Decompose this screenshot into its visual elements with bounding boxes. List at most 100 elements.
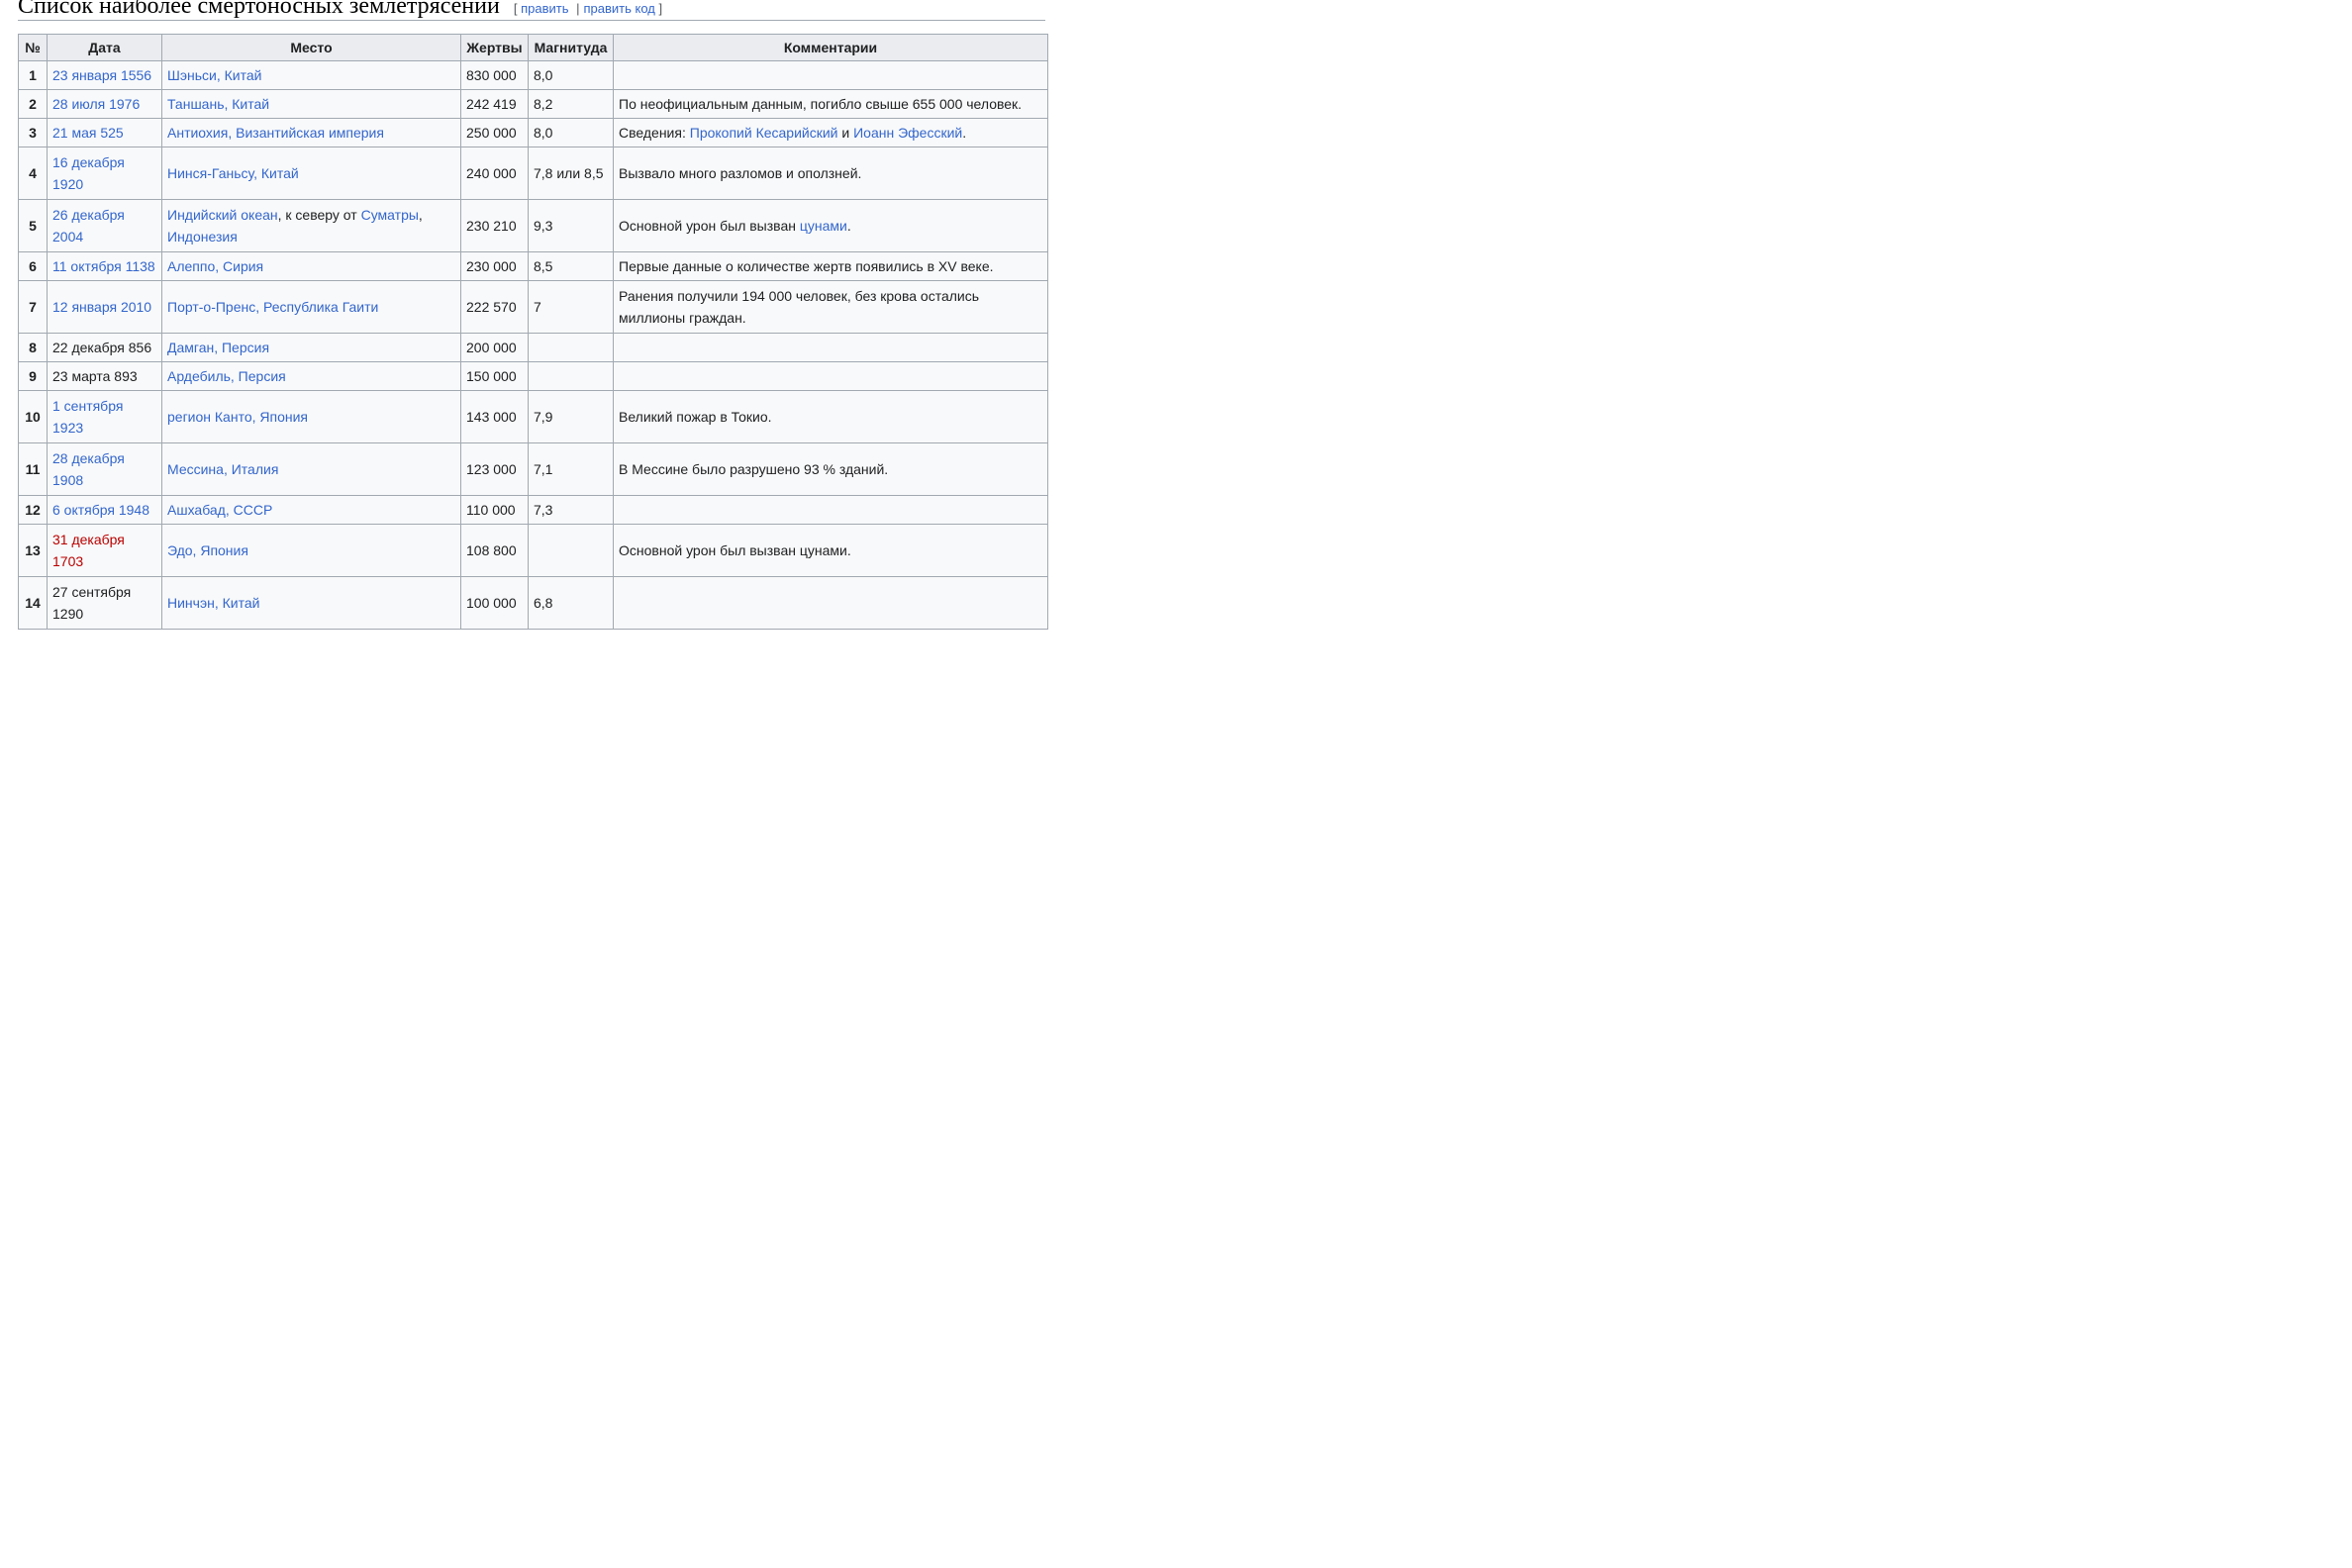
magnitude-cell: 6,8 xyxy=(528,576,614,630)
comment-text: Сведения: xyxy=(619,125,690,141)
edit-link[interactable]: править xyxy=(521,1,568,16)
table-row: 8 22 декабря 856 Дамган, Персия 200 000 xyxy=(18,333,1048,362)
header-place[interactable]: Место xyxy=(161,34,461,61)
comment-cell xyxy=(613,361,1048,391)
date-link[interactable]: 21 мая 525 xyxy=(52,125,124,141)
date-cell: 27 сентября 1290 xyxy=(47,576,162,630)
comment-link-procopius[interactable]: Прокопий Кесарийский xyxy=(690,125,838,141)
header-comments[interactable]: Комментарии xyxy=(613,34,1048,61)
date-cell: 21 мая 525 xyxy=(47,118,162,147)
place-link-indian-ocean[interactable]: Индийский океан xyxy=(167,207,278,223)
date-link[interactable]: 11 октября 1138 xyxy=(52,258,155,274)
deaths-cell: 242 419 xyxy=(460,89,529,119)
date-cell: 23 января 1556 xyxy=(47,60,162,90)
deaths-cell: 200 000 xyxy=(460,333,529,362)
magnitude-cell: 7,1 xyxy=(528,442,614,496)
place-link[interactable]: Дамган, Персия xyxy=(167,340,269,355)
place-cell: Нинся-Ганьсу, Китай xyxy=(161,147,461,200)
place-link[interactable]: Мессина, Италия xyxy=(167,461,278,477)
row-number: 3 xyxy=(18,118,48,147)
row-number: 7 xyxy=(18,280,48,334)
date-link[interactable]: 23 января 1556 xyxy=(52,67,151,83)
comment-cell xyxy=(613,60,1048,90)
deaths-cell: 240 000 xyxy=(460,147,529,200)
date-cell: 22 декабря 856 xyxy=(47,333,162,362)
date-link[interactable]: 1 сентября 1923 xyxy=(52,398,123,436)
place-cell: Ардебиль, Персия xyxy=(161,361,461,391)
edit-section-links: [ править | править код ] xyxy=(514,1,662,20)
header-date[interactable]: Дата xyxy=(47,34,162,61)
date-link[interactable]: 26 декабря 2004 xyxy=(52,207,125,245)
row-number: 4 xyxy=(18,147,48,200)
date-link[interactable]: 16 декабря 1920 xyxy=(52,154,125,192)
table-row: 1 23 января 1556 Шэньси, Китай 830 000 8… xyxy=(18,60,1048,90)
edit-source-link[interactable]: править код xyxy=(584,1,655,16)
magnitude-cell: 8,5 xyxy=(528,251,614,281)
date-cell: 11 октября 1138 xyxy=(47,251,162,281)
place-link[interactable]: Нинчэн, Китай xyxy=(167,595,259,611)
header-magnitude[interactable]: Магнитуда xyxy=(528,34,614,61)
date-cell: 12 января 2010 xyxy=(47,280,162,334)
deaths-cell: 100 000 xyxy=(460,576,529,630)
row-number: 14 xyxy=(18,576,48,630)
date-link[interactable]: 12 января 2010 xyxy=(52,299,151,315)
place-link[interactable]: Порт-о-Пренс, Республика Гаити xyxy=(167,299,378,315)
comment-text: и xyxy=(837,125,854,141)
header-number[interactable]: № xyxy=(18,34,48,61)
place-link[interactable]: Ашхабад, СССР xyxy=(167,502,272,518)
magnitude-cell: 7,3 xyxy=(528,495,614,525)
comment-cell xyxy=(613,576,1048,630)
deaths-cell: 830 000 xyxy=(460,60,529,90)
table-row: 2 28 июля 1976 Таншань, Китай 242 419 8,… xyxy=(18,89,1048,119)
table-row: 5 26 декабря 2004 Индийский океан, к сев… xyxy=(18,199,1048,252)
date-link[interactable]: 28 июля 1976 xyxy=(52,96,140,112)
date-link[interactable]: 6 октября 1948 xyxy=(52,502,149,518)
comment-link-tsunami[interactable]: цунами xyxy=(800,218,847,234)
header-deaths[interactable]: Жертвы xyxy=(460,34,529,61)
date-cell: 28 декабря 1908 xyxy=(47,442,162,496)
place-link[interactable]: Нинся-Ганьсу, Китай xyxy=(167,165,299,181)
magnitude-cell xyxy=(528,333,614,362)
deaths-cell: 150 000 xyxy=(460,361,529,391)
row-number: 12 xyxy=(18,495,48,525)
table-row: 13 31 декабря 1703 Эдо, Япония 108 800 О… xyxy=(18,524,1048,577)
row-number: 9 xyxy=(18,361,48,391)
place-link[interactable]: регион Канто, Япония xyxy=(167,409,308,425)
place-cell: Индийский океан, к северу от Суматры, Ин… xyxy=(161,199,461,252)
place-cell: Эдо, Япония xyxy=(161,524,461,577)
place-cell: Антиохия, Византийская империя xyxy=(161,118,461,147)
comment-cell xyxy=(613,495,1048,525)
date-redlink[interactable]: 31 декабря 1703 xyxy=(52,532,125,569)
place-cell: Ашхабад, СССР xyxy=(161,495,461,525)
place-link[interactable]: Эдо, Япония xyxy=(167,542,248,558)
date-cell: 1 сентября 1923 xyxy=(47,390,162,443)
table-row: 14 27 сентября 1290 Нинчэн, Китай 100 00… xyxy=(18,576,1048,630)
date-cell: 26 декабря 2004 xyxy=(47,199,162,252)
comment-link-john-of-ephesus[interactable]: Иоанн Эфесский xyxy=(853,125,962,141)
place-link[interactable]: Алеппо, Сирия xyxy=(167,258,263,274)
place-link[interactable]: Ардебиль, Персия xyxy=(167,368,286,384)
table-row: 6 11 октября 1138 Алеппо, Сирия 230 000 … xyxy=(18,251,1048,281)
comment-text: . xyxy=(846,218,851,234)
row-number: 1 xyxy=(18,60,48,90)
comment-cell: Ранения получили 194 000 человек, без кр… xyxy=(613,280,1048,334)
place-link[interactable]: Таншань, Китай xyxy=(167,96,269,112)
place-link[interactable]: Антиохия, Византийская империя xyxy=(167,125,384,141)
earthquakes-table: № Дата Место Жертвы Магнитуда Комментари… xyxy=(18,34,1048,630)
place-cell: Нинчэн, Китай xyxy=(161,576,461,630)
table-row: 3 21 мая 525 Антиохия, Византийская импе… xyxy=(18,118,1048,147)
place-cell: Мессина, Италия xyxy=(161,442,461,496)
row-number: 13 xyxy=(18,524,48,577)
place-link-indonesia[interactable]: Индонезия xyxy=(167,229,238,245)
place-cell: Порт-о-Пренс, Республика Гаити xyxy=(161,280,461,334)
row-number: 10 xyxy=(18,390,48,443)
date-link[interactable]: 28 декабря 1908 xyxy=(52,450,125,488)
place-cell: Шэньси, Китай xyxy=(161,60,461,90)
magnitude-cell: 7,8 или 8,5 xyxy=(528,147,614,200)
date-cell: 16 декабря 1920 xyxy=(47,147,162,200)
place-link[interactable]: Шэньси, Китай xyxy=(167,67,261,83)
deaths-cell: 222 570 xyxy=(460,280,529,334)
comment-cell: Сведения: Прокопий Кесарийский и Иоанн Э… xyxy=(613,118,1048,147)
place-link-sumatra[interactable]: Суматры xyxy=(361,207,419,223)
table-row: 9 23 марта 893 Ардебиль, Персия 150 000 xyxy=(18,361,1048,391)
